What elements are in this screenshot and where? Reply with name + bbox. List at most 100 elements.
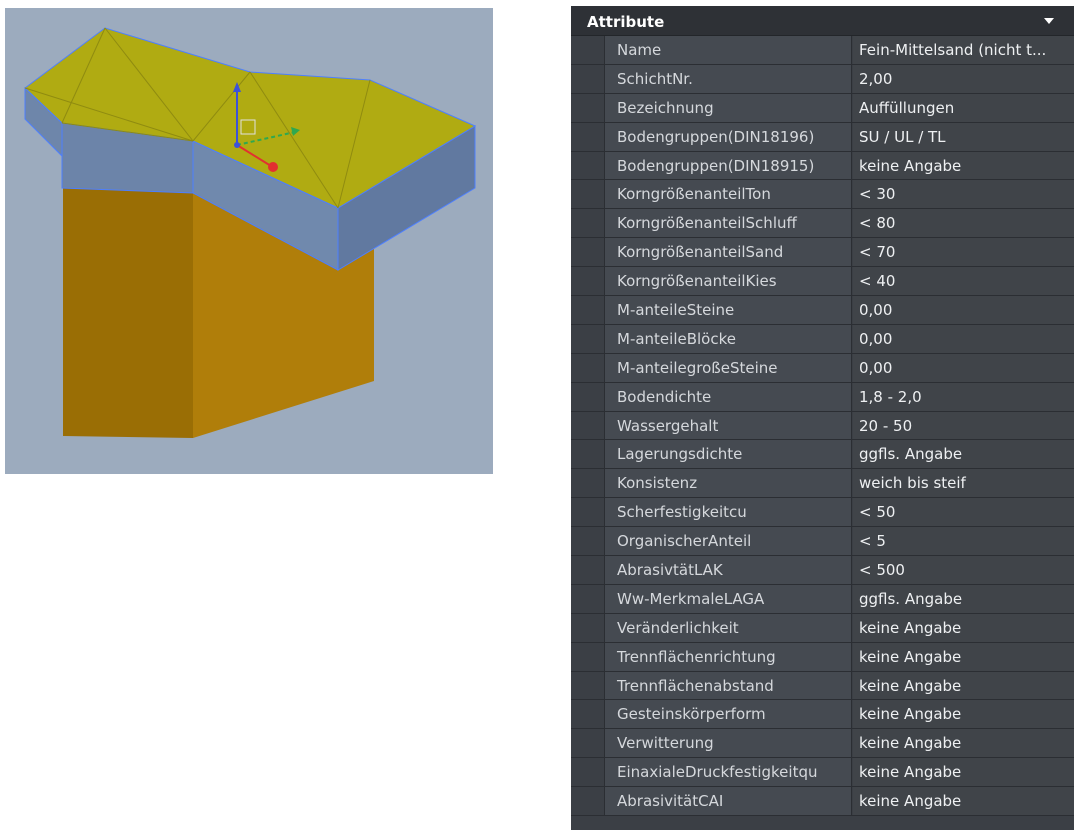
attribute-key: Bodendichte [605,382,852,411]
row-gutter [571,238,605,267]
attribute-value[interactable]: 0,00 [853,324,1074,353]
3d-viewport[interactable] [5,8,493,474]
attribute-value[interactable]: 20 - 50 [853,411,1074,440]
attribute-value[interactable]: < 500 [853,556,1074,584]
attribute-value[interactable]: Fein-Mittelsand (nicht t... [853,36,1074,64]
attribute-value[interactable]: ggfls. Angabe [853,440,1074,469]
attribute-row[interactable]: Lagerungsdichte ggfls. Angabe [571,440,1074,470]
attribute-row[interactable]: KorngrößenanteilSchluff < 80 [571,209,1074,239]
attribute-row[interactable]: KorngrößenanteilTon < 30 [571,180,1074,210]
attribute-key: AbrasivitätCAI [605,787,852,816]
attribute-value[interactable]: < 50 [853,498,1074,527]
attribute-value[interactable]: keine Angabe [853,787,1074,816]
attribute-panel-header[interactable]: Attribute [571,6,1074,36]
attribute-key: Trennflächenabstand [605,671,852,700]
row-gutter [571,729,605,758]
attribute-value[interactable]: keine Angabe [853,758,1074,787]
chevron-down-icon[interactable] [1044,18,1054,24]
attribute-row[interactable]: Bodendichte 1,8 - 2,0 [571,382,1074,412]
attribute-row[interactable]: Bezeichnung Auffüllungen [571,93,1074,123]
attribute-value[interactable]: keine Angabe [853,642,1074,671]
attribute-row[interactable]: Ww-MerkmaleLAGA ggfls. Angabe [571,584,1074,614]
attribute-row[interactable]: Scherfestigkeitcu < 50 [571,498,1074,528]
row-gutter [571,787,605,816]
attribute-value[interactable]: 2,00 [853,64,1074,93]
attribute-key: SchichtNr. [605,64,852,93]
attribute-row[interactable]: Bodengruppen(DIN18915) keine Angabe [571,151,1074,181]
row-gutter [571,671,605,700]
attribute-value[interactable]: < 5 [853,527,1074,556]
attribute-key: AbrasivtätLAK [605,556,852,584]
attribute-key: Gesteinskörperform [605,700,852,729]
row-gutter [571,498,605,527]
attribute-row[interactable]: OrganischerAnteil < 5 [571,527,1074,557]
attribute-value[interactable]: SU / UL / TL [853,122,1074,151]
attribute-row[interactable]: Name Fein-Mittelsand (nicht t... [571,36,1074,65]
attribute-row[interactable]: Gesteinskörperform keine Angabe [571,700,1074,730]
attribute-key: Trennflächenrichtung [605,642,852,671]
attribute-key: Veränderlichkeit [605,613,852,642]
attribute-row[interactable]: SchichtNr. 2,00 [571,64,1074,94]
attribute-key: Verwitterung [605,729,852,758]
attribute-key: KorngrößenanteilSand [605,238,852,267]
bottom-layer-side-left[interactable] [63,186,193,438]
attribute-value[interactable]: 0,00 [853,353,1074,382]
attribute-key: Ww-MerkmaleLAGA [605,584,852,613]
row-gutter [571,180,605,209]
attribute-panel-title: Attribute [587,13,665,31]
attribute-value[interactable]: < 40 [853,267,1074,296]
attribute-value[interactable]: < 30 [853,180,1074,209]
row-gutter [571,93,605,122]
attribute-key: Bodengruppen(DIN18915) [605,151,852,180]
attribute-key: KorngrößenanteilSchluff [605,209,852,238]
attribute-panel: Attribute Name Fein-Mittelsand (nicht t..… [571,6,1074,830]
attribute-key: KorngrößenanteilTon [605,180,852,209]
attribute-table: Name Fein-Mittelsand (nicht t... SchichtNr… [571,36,1074,817]
attribute-key: M-anteileSteine [605,296,852,324]
attribute-value[interactable]: 0,00 [853,296,1074,324]
attribute-row[interactable]: AbrasivitätCAI keine Angabe [571,787,1074,817]
attribute-value[interactable]: 1,8 - 2,0 [853,382,1074,411]
attribute-key: KorngrößenanteilKies [605,267,852,296]
attribute-value[interactable]: ggfls. Angabe [853,584,1074,613]
attribute-row[interactable]: Trennflächenabstand keine Angabe [571,671,1074,701]
attribute-key: Name [605,36,852,64]
row-gutter [571,296,605,324]
row-gutter [571,469,605,498]
attribute-row[interactable]: M-anteileSteine 0,00 [571,296,1074,325]
row-gutter [571,209,605,238]
row-gutter [571,353,605,382]
attribute-value[interactable]: keine Angabe [853,613,1074,642]
attribute-row[interactable]: KorngrößenanteilKies < 40 [571,267,1074,297]
attribute-key: Konsistenz [605,469,852,498]
attribute-key: Bodengruppen(DIN18196) [605,122,852,151]
gizmo-x-handle-icon[interactable] [268,162,278,172]
attribute-row[interactable]: Verwitterung keine Angabe [571,729,1074,759]
attribute-row[interactable]: Trennflächenrichtung keine Angabe [571,642,1074,672]
row-gutter [571,36,605,64]
gizmo-origin-icon[interactable] [234,142,240,148]
attribute-value[interactable]: keine Angabe [853,729,1074,758]
attribute-row[interactable]: Bodengruppen(DIN18196) SU / UL / TL [571,122,1074,152]
row-gutter [571,440,605,469]
attribute-row[interactable]: M-anteileBlöcke 0,00 [571,324,1074,354]
attribute-value[interactable]: < 80 [853,209,1074,238]
attribute-row[interactable]: AbrasivtätLAK < 500 [571,556,1074,585]
row-gutter [571,584,605,613]
attribute-row[interactable]: M-anteilegroßeSteine 0,00 [571,353,1074,383]
attribute-row[interactable]: EinaxialeDruckfestigkeitqu keine Angabe [571,758,1074,788]
attribute-value[interactable]: keine Angabe [853,151,1074,180]
attribute-value[interactable]: keine Angabe [853,700,1074,729]
attribute-value[interactable]: < 70 [853,238,1074,267]
attribute-row[interactable]: KorngrößenanteilSand < 70 [571,238,1074,268]
attribute-row[interactable]: Wassergehalt 20 - 50 [571,411,1074,441]
attribute-value[interactable]: keine Angabe [853,671,1074,700]
attribute-row[interactable]: Veränderlichkeit keine Angabe [571,613,1074,643]
soil-layer-model[interactable] [5,8,493,474]
attribute-value[interactable]: Auffüllungen [853,93,1074,122]
row-gutter [571,556,605,584]
row-gutter [571,267,605,296]
attribute-row[interactable]: Konsistenz weich bis steif [571,469,1074,499]
attribute-key: OrganischerAnteil [605,527,852,556]
attribute-value[interactable]: weich bis steif [853,469,1074,498]
